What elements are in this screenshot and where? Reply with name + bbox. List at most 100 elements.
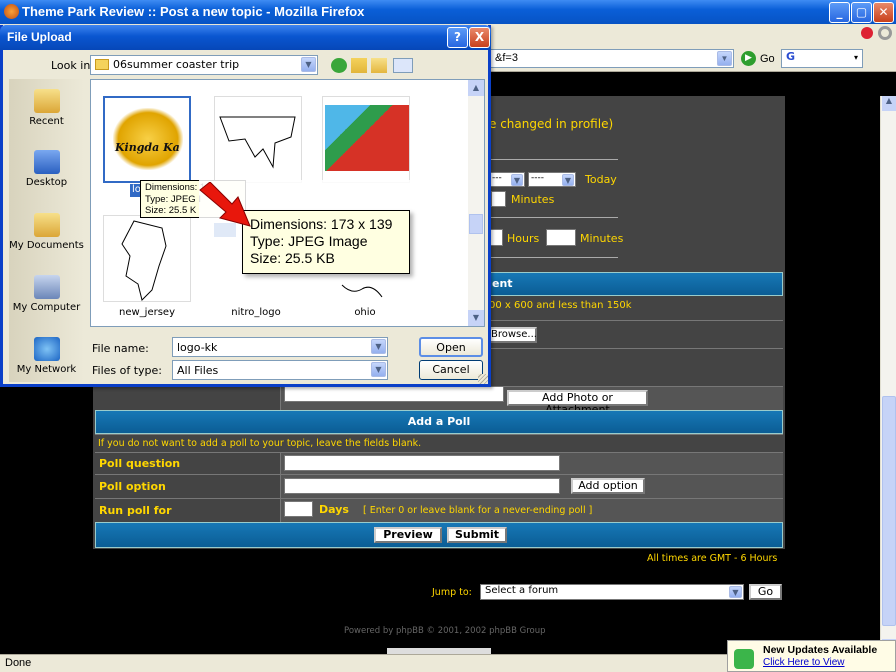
address-bar[interactable]: &f=3 ▼ [490, 49, 734, 68]
search-box[interactable]: G ▾ [781, 49, 863, 68]
dialog-close-button[interactable]: X [469, 27, 490, 48]
stop-icon[interactable] [861, 27, 873, 39]
poll-header: Add a Poll [95, 410, 783, 434]
file-thumb-new-jersey[interactable] [103, 215, 191, 302]
chevron-down-icon[interactable]: ▼ [301, 57, 316, 72]
file-thumb-logo-kk[interactable]: Kingda Ka [103, 96, 191, 183]
poll-question-input[interactable] [284, 455, 560, 471]
folder-icon [95, 59, 109, 70]
row-label-cell [95, 387, 281, 410]
divider [489, 320, 783, 321]
hours-label: Hours [507, 232, 540, 245]
go-button[interactable]: Go [760, 53, 775, 65]
file-type-select[interactable]: All Files ▼ [172, 360, 388, 380]
chevron-down-icon[interactable]: ▼ [562, 174, 574, 186]
go-arrow-icon[interactable]: ▶ [741, 51, 756, 66]
new-folder-icon[interactable] [371, 58, 387, 73]
scroll-thumb[interactable] [469, 214, 483, 234]
look-in-select[interactable]: 06summer coaster trip ▼ [90, 55, 318, 75]
submit-button[interactable]: Submit [447, 527, 507, 543]
coaster-image [325, 105, 409, 171]
file-caption-ohio[interactable]: ohio [315, 307, 415, 318]
desktop-icon [33, 150, 60, 174]
powered-by: Powered by phpBB © 2001, 2002 phpBB Grou… [344, 626, 546, 636]
scroll-thumb[interactable] [882, 396, 896, 626]
place-my-documents[interactable]: My Documents [9, 213, 84, 251]
computer-icon [33, 275, 60, 299]
file-path-input[interactable] [284, 386, 504, 402]
scroll-down-icon[interactable]: ▼ [468, 310, 484, 326]
updates-notification[interactable]: New Updates Available Click Here to View [727, 640, 896, 672]
cancel-button[interactable]: Cancel [419, 360, 483, 380]
updates-link[interactable]: Click Here to View [763, 657, 845, 668]
chevron-down-icon[interactable]: ▾ [851, 51, 861, 66]
back-icon[interactable] [331, 58, 347, 73]
date-select-2[interactable]: ---- ▼ [528, 172, 576, 187]
dialog-title: File Upload [7, 30, 72, 44]
scroll-up-icon[interactable]: ▲ [468, 80, 484, 96]
date-select-1[interactable]: --- ▼ [489, 172, 525, 187]
open-button[interactable]: Open [419, 337, 483, 357]
file-name-input[interactable]: logo-kk ▼ [172, 337, 388, 357]
file-thumb-coaster[interactable] [322, 96, 410, 183]
minutes-label: Minutes [511, 193, 555, 206]
minutes-input-2[interactable] [546, 229, 576, 246]
poll-option-label: Poll option [99, 480, 166, 493]
chevron-down-icon[interactable]: ▼ [371, 362, 386, 377]
url-text: &f=3 [495, 52, 518, 64]
help-button[interactable]: ? [447, 27, 468, 48]
run-poll-label: Run poll for [99, 504, 172, 517]
firefox-icon [4, 4, 19, 19]
file-type-label: Files of type: [92, 364, 163, 377]
up-folder-icon[interactable] [351, 58, 367, 73]
file-caption-new-jersey[interactable]: new_jersey [97, 307, 197, 318]
chevron-down-icon[interactable]: ▼ [511, 174, 523, 186]
preview-button[interactable]: Preview [374, 527, 442, 543]
place-my-network[interactable]: My Network [9, 337, 84, 375]
look-in-label: Look in: [51, 59, 94, 72]
hours-input[interactable] [489, 229, 503, 246]
tooltip-zoomed: Dimensions: 173 x 139 Type: JPEG Image Siz… [242, 210, 410, 274]
divider [489, 159, 618, 160]
jump-label: Jump to: [432, 587, 472, 598]
maximize-button[interactable]: ▢ [851, 2, 872, 23]
chevron-down-icon[interactable]: ▼ [371, 339, 386, 354]
jump-go-button[interactable]: Go [749, 584, 782, 600]
file-name-label: File name: [92, 342, 149, 355]
chevron-down-icon[interactable]: ▼ [729, 586, 742, 598]
add-option-button[interactable]: Add option [571, 478, 645, 494]
documents-icon [33, 213, 60, 237]
close-window-button[interactable]: ✕ [873, 2, 894, 23]
new-jersey-map [121, 220, 167, 301]
red-arrow-icon [199, 182, 251, 227]
place-my-computer[interactable]: My Computer [9, 275, 84, 313]
today-label: Today [585, 173, 617, 186]
row-label-cell: Run poll for [95, 499, 281, 522]
throbber-icon [878, 26, 892, 40]
resize-grip-icon[interactable] [478, 374, 488, 384]
divider [489, 257, 618, 258]
file-list-scrollbar[interactable]: ▲ ▼ [468, 80, 484, 326]
days-label: Days [319, 503, 349, 516]
divider [489, 217, 618, 218]
jump-select[interactable]: Select a forum ▼ [480, 584, 744, 600]
file-caption-nitro-logo[interactable]: nitro_logo [206, 307, 306, 318]
poll-note: If you do not want to add a poll to your… [98, 438, 422, 449]
minutes-input[interactable] [491, 191, 506, 207]
place-recent[interactable]: Recent [9, 89, 84, 127]
minimize-button[interactable]: _ [829, 2, 850, 23]
chevron-down-icon[interactable]: ▼ [717, 51, 732, 66]
scroll-up-icon[interactable]: ▲ [882, 96, 896, 111]
row-label-cell: Poll option [95, 475, 281, 498]
poll-question-label: Poll question [99, 457, 181, 470]
add-photo-button[interactable]: Add Photo or Attachment [507, 390, 648, 416]
file-thumb-maryland[interactable] [214, 96, 302, 183]
puzzle-icon [734, 649, 754, 669]
poll-option-input[interactable] [284, 478, 560, 494]
browse-button[interactable]: Browse... [489, 327, 537, 343]
view-menu-icon[interactable] [393, 58, 413, 73]
page-scrollbar[interactable]: ▲▼ [880, 96, 896, 654]
poll-days-input[interactable] [284, 501, 313, 517]
place-desktop[interactable]: Desktop [9, 150, 84, 188]
network-icon [33, 337, 60, 361]
